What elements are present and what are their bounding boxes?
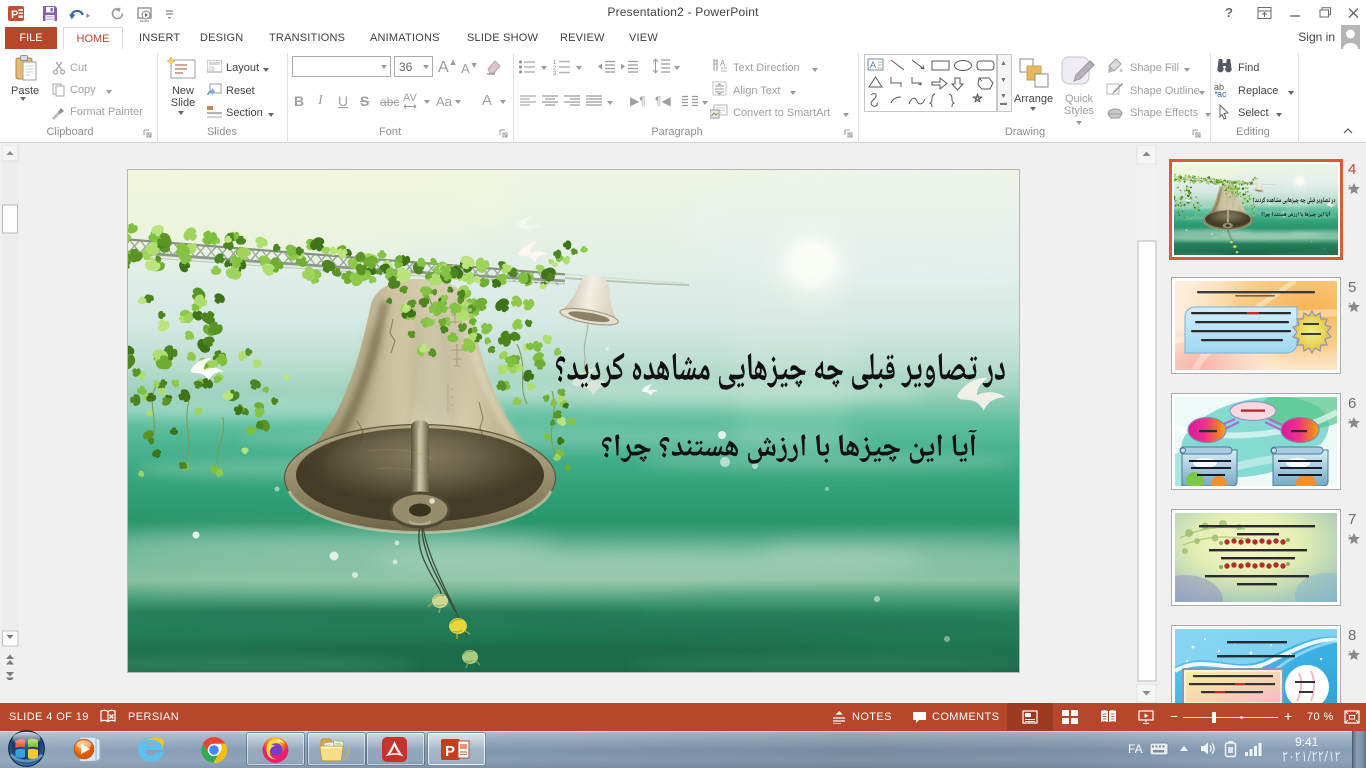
svg-text:P: P <box>445 743 455 760</box>
svg-text:3: 3 <box>553 71 556 75</box>
svg-text:ac: ac <box>1217 89 1227 98</box>
svg-text:?: ? <box>1225 6 1233 20</box>
svg-text:A: A <box>870 60 876 70</box>
svg-text:A: A <box>720 59 726 68</box>
